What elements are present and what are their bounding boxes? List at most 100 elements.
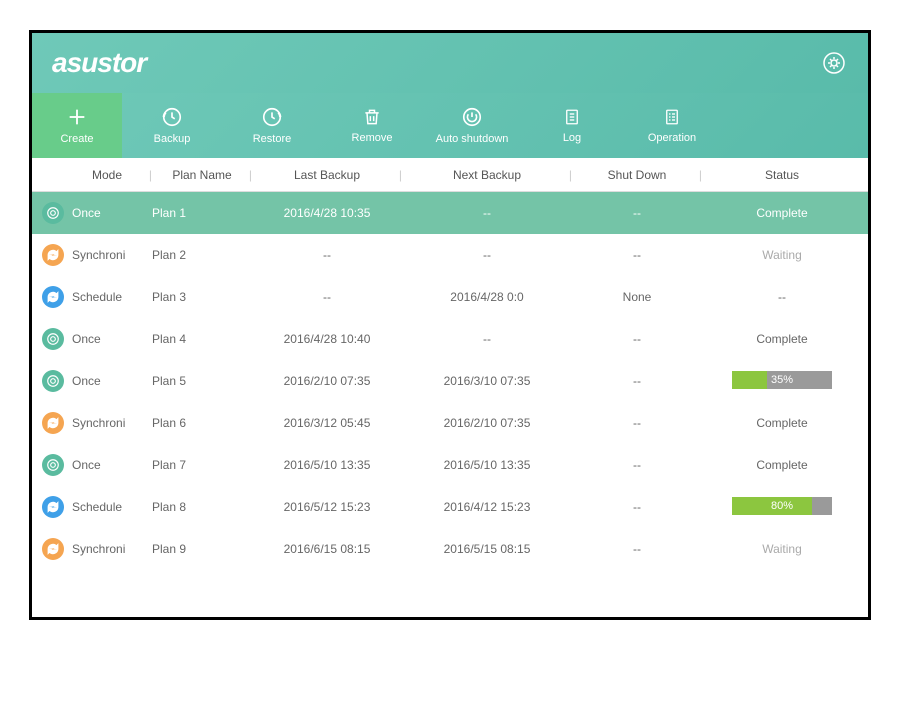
shut-down: -- [572,248,702,262]
col-header-shut[interactable]: Shut Down [572,168,702,182]
last-backup: 2016/4/28 10:35 [252,206,402,220]
trash-icon [362,107,382,127]
synchroni-mode-icon [42,538,64,560]
table-row[interactable]: Synchroni Plan 62016/3/12 05:452016/2/10 … [32,402,868,444]
table-row[interactable]: OncePlan 72016/5/10 13:352016/5/10 13:35… [32,444,868,486]
remove-button[interactable]: Remove [322,93,422,158]
shut-down: -- [572,500,702,514]
plan-name: Plan 3 [152,290,252,304]
backup-label: Backup [154,133,191,145]
plan-name: Plan 9 [152,542,252,556]
next-backup: 2016/3/10 07:35 [402,374,572,388]
auto-shutdown-label: Auto shutdown [436,133,509,145]
last-backup: 2016/6/15 08:15 [252,542,402,556]
toolbar: Create Backup Restore Remove Auto shutdo… [32,93,868,158]
table-row[interactable]: SynchroniPlan 2------Waiting [32,234,868,276]
operation-button[interactable]: Operation [622,93,722,158]
mode-text: Once [72,458,101,472]
status-text: Complete [756,332,807,346]
operation-icon [663,107,681,127]
log-button[interactable]: Log [522,93,622,158]
once-mode-icon [42,454,64,476]
status-text: Waiting [762,248,802,262]
mode-text: Schedule [72,290,122,304]
last-backup: 2016/5/10 13:35 [252,458,402,472]
table-row[interactable]: Schedule Plan 82016/5/12 15:232016/4/12 1… [32,486,868,528]
table-body: OncePlan 12016/4/28 10:35----CompleteSyn… [32,192,868,570]
next-backup: -- [402,332,572,346]
col-header-last[interactable]: Last Backup [252,168,402,182]
log-label: Log [563,132,581,144]
schedule-mode-icon [42,496,64,518]
mode-text: Once [72,206,101,220]
operation-label: Operation [648,132,696,144]
status-text: Complete [756,458,807,472]
app-header: asustor [32,33,868,93]
last-backup: -- [252,290,402,304]
plan-name: Plan 8 [152,500,252,514]
backup-icon [161,106,183,128]
table-row[interactable]: OncePlan 12016/4/28 10:35----Complete [32,192,868,234]
next-backup: -- [402,206,572,220]
table-row[interactable]: Synchroni Plan 92016/6/15 08:152016/5/15 … [32,528,868,570]
next-backup: 2016/4/28 0:0 [402,290,572,304]
mode-text: Schedule [72,500,122,514]
progress-text: 80% [732,497,832,515]
create-button[interactable]: Create [32,93,122,158]
status-text: Complete [756,206,807,220]
next-backup: 2016/5/10 13:35 [402,458,572,472]
shut-down: -- [572,542,702,556]
progress-bar: 35% [732,371,832,389]
brand-logo: asustor [52,47,146,79]
power-icon [461,106,483,128]
restore-button[interactable]: Restore [222,93,322,158]
last-backup: 2016/4/28 10:40 [252,332,402,346]
shut-down: -- [572,416,702,430]
table-row[interactable]: OncePlan 42016/4/28 10:40----Complete [32,318,868,360]
last-backup: -- [252,248,402,262]
col-header-plan[interactable]: Plan Name [152,168,252,182]
next-backup: 2016/4/12 15:23 [402,500,572,514]
log-icon [563,107,581,127]
mode-text: Once [72,374,101,388]
schedule-mode-icon [42,286,64,308]
next-backup: 2016/2/10 07:35 [402,416,572,430]
table-row[interactable]: SchedulePlan 3--2016/4/28 0:0None-- [32,276,868,318]
mode-text: Once [72,332,101,346]
shut-down: None [572,290,702,304]
shut-down: -- [572,206,702,220]
once-mode-icon [42,370,64,392]
plan-name: Plan 1 [152,206,252,220]
table-header: Mode Plan Name Last Backup Next Backup S… [32,158,868,192]
once-mode-icon [42,328,64,350]
settings-button[interactable] [820,49,848,77]
synchroni-mode-icon [42,412,64,434]
create-label: Create [60,133,93,145]
table-row[interactable]: OncePlan 52016/2/10 07:352016/3/10 07:35… [32,360,868,402]
backup-button[interactable]: Backup [122,93,222,158]
restore-label: Restore [253,133,292,145]
synchroni-mode-icon [42,244,64,266]
last-backup: 2016/2/10 07:35 [252,374,402,388]
next-backup: -- [402,248,572,262]
status-text: Waiting [762,542,802,556]
shut-down: -- [572,458,702,472]
col-header-status[interactable]: Status [702,168,862,182]
last-backup: 2016/3/12 05:45 [252,416,402,430]
mode-text: Synchroni [72,248,125,262]
last-backup: 2016/5/12 15:23 [252,500,402,514]
shut-down: -- [572,332,702,346]
plan-name: Plan 7 [152,458,252,472]
plan-name: Plan 2 [152,248,252,262]
mode-text: Synchroni [72,542,125,556]
shut-down: -- [572,374,702,388]
plus-icon [66,106,88,128]
plan-name: Plan 6 [152,416,252,430]
next-backup: 2016/5/15 08:15 [402,542,572,556]
col-header-mode[interactable]: Mode [32,168,152,182]
auto-shutdown-button[interactable]: Auto shutdown [422,93,522,158]
mode-text: Synchroni [72,416,125,430]
col-header-next[interactable]: Next Backup [402,168,572,182]
status-text: -- [778,290,786,304]
status-text: Complete [756,416,807,430]
